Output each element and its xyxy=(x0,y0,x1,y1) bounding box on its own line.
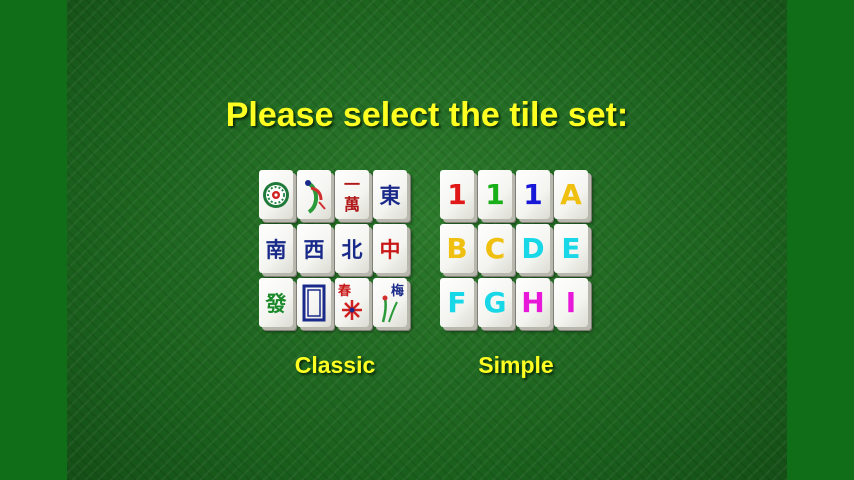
tile-glyph: 1 xyxy=(447,178,467,211)
tile-glyph: F xyxy=(447,286,467,319)
tile-glyph: 中 xyxy=(379,236,401,262)
tile[interactable]: 發 xyxy=(259,278,293,327)
tile[interactable]: 中 xyxy=(373,224,407,273)
tile[interactable]: E xyxy=(554,224,588,273)
tile-glyph: 北 xyxy=(341,236,363,262)
tile[interactable]: 梅 xyxy=(373,278,407,327)
classic-tile-grid[interactable]: 一 萬 東南西北中發 春 梅 xyxy=(259,170,411,333)
tile-glyph: 南 xyxy=(265,236,287,262)
white-dragon-icon xyxy=(302,284,326,321)
tile-glyph: 西 xyxy=(303,236,325,262)
tile[interactable]: 1 xyxy=(440,170,474,219)
tile[interactable]: 1 xyxy=(478,170,512,219)
tile-glyph: H xyxy=(521,286,545,319)
tile[interactable]: C xyxy=(478,224,512,273)
tile[interactable]: H xyxy=(516,278,550,327)
simple-label[interactable]: Simple xyxy=(440,352,592,379)
tile[interactable] xyxy=(259,170,293,219)
tile-glyph: D xyxy=(521,232,545,265)
simple-tileset-option[interactable]: 111ABCDEFGHI Simple xyxy=(440,170,592,378)
simple-tile-grid[interactable]: 111ABCDEFGHI xyxy=(440,170,592,333)
left-margin xyxy=(0,0,67,480)
page-title: Please select the tile set: xyxy=(225,96,629,134)
tile[interactable]: D xyxy=(516,224,550,273)
tile-glyph: I xyxy=(565,286,577,319)
tile-glyph: 東 xyxy=(379,182,401,208)
tile[interactable]: 西 xyxy=(297,224,331,273)
tile[interactable]: 春 xyxy=(335,278,369,327)
tile-corner-glyph: 春 xyxy=(338,284,352,299)
tile[interactable] xyxy=(297,170,331,219)
tile[interactable]: G xyxy=(478,278,512,327)
tile[interactable]: 南 xyxy=(259,224,293,273)
classic-label[interactable]: Classic xyxy=(259,352,411,379)
tile[interactable]: 1 xyxy=(516,170,550,219)
tile[interactable] xyxy=(297,278,331,327)
circle-dot-icon xyxy=(263,181,289,208)
bamboo-bird-icon xyxy=(305,179,326,214)
tile[interactable]: B xyxy=(440,224,474,273)
tile-glyph: 發 xyxy=(265,290,287,316)
tile-glyph: 1 xyxy=(485,178,505,211)
tile-glyph: 1 xyxy=(523,178,543,211)
tile[interactable]: F xyxy=(440,278,474,327)
tile[interactable]: 東 xyxy=(373,170,407,219)
tile[interactable]: 北 xyxy=(335,224,369,273)
tile-glyph: G xyxy=(483,286,507,319)
tile-glyph: A xyxy=(560,178,582,211)
classic-tileset-option[interactable]: 一 萬 東南西北中發 春 梅 Classic xyxy=(259,170,411,378)
right-margin xyxy=(787,0,854,480)
game-board-background xyxy=(67,0,787,480)
tile[interactable]: 一 萬 xyxy=(335,170,369,219)
tile-glyph: 一 萬 xyxy=(343,174,360,214)
tile-corner-glyph: 梅 xyxy=(390,284,404,299)
tile-glyph: B xyxy=(446,232,468,265)
tile-glyph: C xyxy=(484,232,506,265)
tile-glyph: E xyxy=(561,232,581,265)
tile[interactable]: I xyxy=(554,278,588,327)
tile[interactable]: A xyxy=(554,170,588,219)
